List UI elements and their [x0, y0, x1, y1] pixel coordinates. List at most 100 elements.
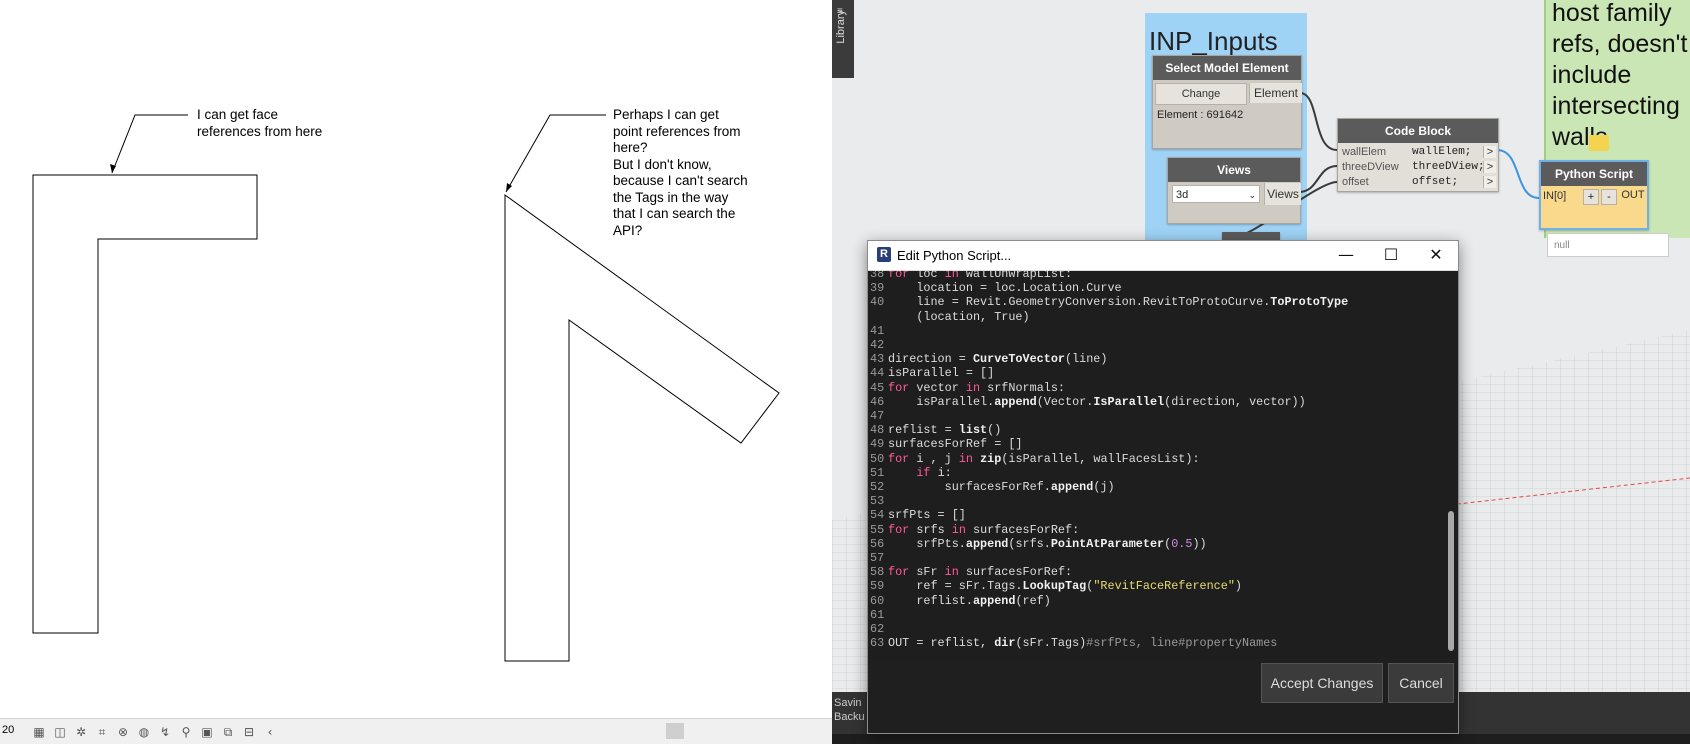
view-icon[interactable]: ▣: [198, 724, 216, 740]
line-number: 45: [870, 380, 885, 395]
change-button[interactable]: Change: [1155, 83, 1247, 105]
code-line[interactable]: 55 for srfs in surfacesForRef:: [868, 523, 1079, 538]
output-port[interactable]: >: [1483, 176, 1496, 188]
python-script-node[interactable]: Python Script IN[0] + - OUT: [1539, 160, 1649, 230]
editor-button-bar: Accept Changes Cancel: [868, 659, 1458, 733]
code-line[interactable]: 61: [868, 608, 888, 623]
render-icon[interactable]: ◍: [135, 724, 153, 740]
pin-icon[interactable]: ⚲: [177, 724, 195, 740]
remove-input-button[interactable]: -: [1601, 189, 1617, 205]
view-scale[interactable]: 20: [2, 724, 14, 736]
accept-changes-button[interactable]: Accept Changes: [1261, 663, 1383, 703]
text-note-face-references[interactable]: I can get face references from here: [197, 107, 322, 140]
add-input-button[interactable]: +: [1583, 189, 1599, 205]
output-port[interactable]: >: [1483, 146, 1496, 158]
code-block-row[interactable]: threeDView threeDView; >: [1338, 161, 1498, 175]
select-model-element-node[interactable]: Select Model Element Change Element Elem…: [1152, 55, 1302, 149]
code-line[interactable]: 39 location = loc.Location.Curve: [868, 281, 1122, 296]
code-line[interactable]: 46 isParallel.append(Vector.IsParallel(d…: [868, 395, 1306, 410]
code-line[interactable]: 60 reflist.append(ref): [868, 594, 1051, 609]
code-line[interactable]: 42: [868, 338, 888, 353]
grid-icon[interactable]: ▦: [30, 724, 48, 740]
line-number: 55: [870, 522, 885, 537]
code-line[interactable]: 45 for vector in srfNormals:: [868, 381, 1065, 396]
line-number: 58: [870, 565, 885, 580]
python-output-port[interactable]: OUT: [1621, 189, 1645, 201]
path-icon[interactable]: ↯: [156, 724, 174, 740]
code-line[interactable]: 58 for sFr in surfacesForRef:: [868, 565, 1072, 580]
code-line[interactable]: 50 for i , j in zip(isParallel, wallFaces…: [868, 452, 1200, 467]
code-line[interactable]: 48 reflist = list(): [868, 423, 1001, 438]
code-line[interactable]: 62: [868, 622, 888, 637]
code-line[interactable]: threeDView;: [1412, 161, 1485, 173]
l-shaped-wall-outline[interactable]: [32, 174, 258, 634]
scrollbar-thumb[interactable]: [1448, 511, 1454, 651]
edit-python-script-window[interactable]: R Edit Python Script... — ☐ ✕ 38 for loc …: [867, 240, 1459, 734]
cube-icon[interactable]: ◫: [51, 724, 69, 740]
line-code: (location, True): [888, 309, 1030, 324]
text-note-point-references[interactable]: Perhaps I can get point references from …: [613, 107, 748, 239]
cancel-button[interactable]: Cancel: [1388, 663, 1454, 703]
python-input-port[interactable]: IN[0]: [1543, 190, 1566, 202]
crop-icon[interactable]: ⌗: [93, 724, 111, 740]
code-line[interactable]: 52 surfacesForRef.append(j): [868, 480, 1115, 495]
horizontal-scrollbar-thumb[interactable]: [666, 723, 684, 739]
code-line[interactable]: wallElem;: [1412, 146, 1471, 158]
code-editor[interactable]: 38 for loc in wallUnwrapList: 39 location …: [868, 271, 1443, 658]
constraint-icon[interactable]: ⊟: [240, 724, 258, 740]
node-title: Code Block: [1338, 119, 1498, 143]
leader-arrow-2: [506, 183, 512, 192]
code-line[interactable]: 63 OUT = reflist, dir(sFr.Tags)#srfPts, l…: [868, 636, 1277, 651]
output-port[interactable]: >: [1483, 161, 1496, 173]
line-number: 62: [870, 622, 885, 636]
input-port[interactable]: wallElem: [1342, 146, 1386, 158]
code-line[interactable]: 56 srfPts.append(srfs.PointAtParameter(0…: [868, 537, 1207, 552]
line-number: 44: [870, 366, 885, 381]
python-output-preview[interactable]: null: [1547, 233, 1669, 257]
code-line[interactable]: 44 isParallel = []: [868, 366, 994, 381]
views-dropdown[interactable]: 3d ⌄: [1172, 185, 1260, 203]
revit-logo-icon: R: [877, 247, 891, 262]
chevron-left-icon[interactable]: ‹: [261, 724, 279, 740]
link-icon[interactable]: ⧉: [219, 724, 237, 740]
input-port[interactable]: offset: [1342, 176, 1369, 188]
views-output-port[interactable]: Views: [1264, 183, 1301, 205]
code-line[interactable]: offset;: [1412, 176, 1458, 188]
node-title: Select Model Element: [1153, 56, 1301, 80]
line-code: srfPts = []: [888, 508, 966, 523]
code-line[interactable]: 49 surfacesForRef = []: [868, 437, 1023, 452]
angled-wall-outline[interactable]: [504, 194, 780, 662]
input-port[interactable]: threeDView: [1342, 161, 1399, 173]
code-line[interactable]: 53: [868, 494, 888, 509]
code-line[interactable]: 51 if i:: [868, 466, 952, 481]
code-block-row[interactable]: wallElem wallElem; >: [1338, 146, 1498, 160]
element-id-info: Element : 691642: [1157, 109, 1244, 121]
revit-drawing-view[interactable]: I can get face references from here Perh…: [0, 0, 832, 744]
code-line[interactable]: 43 direction = CurveToVector(line): [868, 352, 1107, 367]
element-output-port[interactable]: Element: [1249, 83, 1302, 103]
vertical-scrollbar[interactable]: [1445, 273, 1457, 656]
title-bar[interactable]: R Edit Python Script... — ☐ ✕: [868, 241, 1458, 271]
line-number: 54: [870, 508, 885, 523]
status-text: Savin Backu: [834, 697, 865, 723]
node-title: Views: [1168, 158, 1300, 182]
code-block-node[interactable]: Code Block wallElem wallElem; > threeDVi…: [1337, 118, 1499, 192]
code-line[interactable]: 41: [868, 324, 888, 339]
sun-icon[interactable]: ✲: [72, 724, 90, 740]
hide-icon[interactable]: ⊗: [114, 724, 132, 740]
code-line[interactable]: 57: [868, 551, 888, 566]
code-line[interactable]: (location, True): [868, 309, 1030, 325]
code-line[interactable]: 40 line = Revit.GeometryConversion.Revit…: [868, 295, 1348, 310]
line-code: isParallel.append(Vector.IsParallel(dire…: [888, 394, 1306, 409]
code-line[interactable]: 54 srfPts = []: [868, 508, 966, 523]
minimize-button[interactable]: —: [1324, 241, 1368, 270]
line-number: 60: [870, 593, 885, 608]
code-block-row[interactable]: offset offset; >: [1338, 176, 1498, 190]
maximize-button[interactable]: ☐: [1369, 241, 1413, 270]
line-code: location = loc.Location.Curve: [888, 281, 1122, 296]
code-line[interactable]: 59 ref = sFr.Tags.LookupTag("RevitFaceRe…: [868, 579, 1242, 594]
views-node[interactable]: Views 3d ⌄ Views: [1167, 157, 1301, 224]
close-button[interactable]: ✕: [1414, 241, 1458, 270]
line-code: surfacesForRef.append(j): [888, 480, 1115, 494]
code-line[interactable]: 47: [868, 409, 888, 424]
